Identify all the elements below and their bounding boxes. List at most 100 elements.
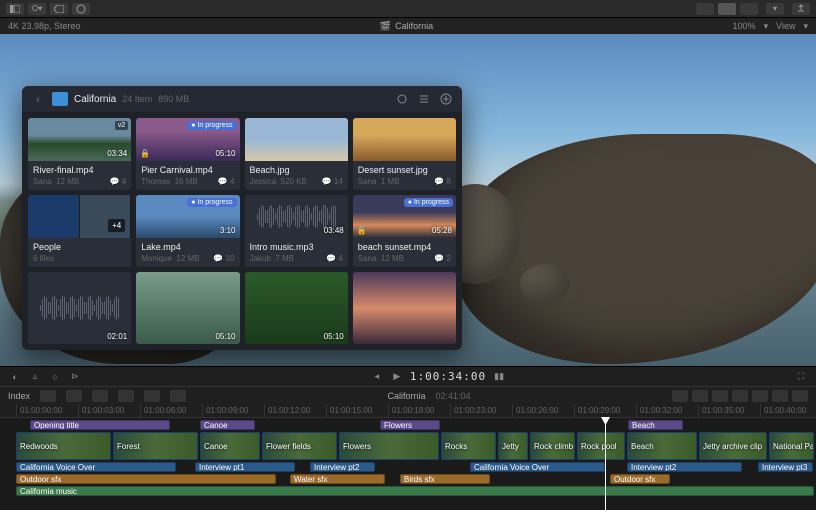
clip[interactable]: Water sfx bbox=[290, 474, 385, 484]
index-button[interactable]: Index bbox=[8, 391, 30, 401]
clip[interactable]: California Voice Over bbox=[16, 462, 176, 472]
clip[interactable]: Canoe bbox=[200, 420, 255, 430]
viewer[interactable]: ‹ California 24 Item 890 MB v203:34River… bbox=[0, 34, 816, 366]
audio-skim-button[interactable]: ▵ bbox=[28, 370, 42, 384]
clip[interactable]: Forest bbox=[113, 432, 198, 460]
media-card[interactable]: 05:10 bbox=[136, 272, 239, 344]
media-card[interactable]: 02:01 bbox=[28, 272, 131, 344]
zoom-chevron-icon[interactable]: ▾ bbox=[764, 21, 769, 32]
media-card[interactable] bbox=[353, 272, 456, 344]
clip[interactable]: Rocks bbox=[441, 432, 496, 460]
timeline[interactable]: 01:00:00:0001:00:03:0001:00:06:0001:00:0… bbox=[0, 404, 816, 510]
title-track[interactable]: Opening title Canoe Flowers Beach bbox=[0, 420, 816, 430]
folder-icon bbox=[52, 92, 68, 106]
sfx-track[interactable]: Outdoor sfx Water sfx Birds sfx Outdoor sfx bbox=[0, 474, 816, 484]
view-mode-b-button[interactable] bbox=[718, 3, 736, 15]
tl-tool-d[interactable] bbox=[118, 390, 134, 402]
clip[interactable]: California Voice Over bbox=[470, 462, 605, 472]
tl-opt-trim[interactable] bbox=[692, 390, 708, 402]
video-track[interactable]: RedwoodsForestCanoeFlower fieldsFlowersR… bbox=[0, 432, 816, 460]
clip[interactable]: Redwoods bbox=[16, 432, 111, 460]
clip[interactable]: Interview pt2 bbox=[310, 462, 375, 472]
tl-tool-b[interactable] bbox=[66, 390, 82, 402]
fullscreen-button[interactable]: ⛶ bbox=[794, 370, 808, 384]
view-menu[interactable]: View bbox=[776, 21, 795, 31]
view-chevron-icon[interactable]: ▾ bbox=[803, 21, 808, 32]
media-card[interactable]: 03:48Intro music.mp3Jakub 7 MB💬 4 bbox=[245, 195, 348, 267]
prev-frame-button[interactable]: ◂ bbox=[370, 370, 384, 384]
media-author: Sana 12 MB bbox=[33, 177, 79, 186]
ruler-tick: 01:00:03:00 bbox=[78, 404, 124, 417]
media-filename: Desert sunset.jpg bbox=[358, 165, 451, 175]
dialog-track[interactable]: California Voice Over Interview pt1 Interv… bbox=[0, 462, 816, 472]
media-browser-panel: ‹ California 24 Item 890 MB v203:34River… bbox=[22, 86, 462, 350]
library-toggle-button[interactable] bbox=[6, 3, 24, 15]
comment-count: 💬 14 bbox=[322, 177, 343, 186]
clip[interactable]: Jetty archive clip bbox=[699, 432, 767, 460]
clip[interactable]: Outdoor sfx bbox=[610, 474, 670, 484]
timeline-ruler[interactable]: 01:00:00:0001:00:03:0001:00:06:0001:00:0… bbox=[0, 404, 816, 418]
view-mode-c-button[interactable] bbox=[740, 3, 758, 15]
media-card[interactable]: ● In progress05:10🔒Pier Carnival.mp4Thom… bbox=[136, 118, 239, 190]
clip[interactable]: Interview pt3 bbox=[758, 462, 813, 472]
tl-tool-a[interactable] bbox=[40, 390, 56, 402]
keyword-button[interactable] bbox=[50, 3, 68, 15]
clip[interactable]: California music bbox=[16, 486, 814, 496]
clip[interactable]: Beach bbox=[628, 420, 683, 430]
zoom-level[interactable]: 100% bbox=[733, 21, 756, 31]
solo-button[interactable]: ○ bbox=[48, 370, 62, 384]
view-mode-a-button[interactable] bbox=[696, 3, 714, 15]
clip[interactable]: Birds sfx bbox=[400, 474, 490, 484]
music-track[interactable]: California music bbox=[0, 486, 816, 496]
media-card[interactable]: Beach.jpgJessica 520 KB💬 14 bbox=[245, 118, 348, 190]
clip[interactable]: Flowers bbox=[339, 432, 439, 460]
sync-button[interactable] bbox=[394, 91, 410, 107]
clip[interactable]: Beach bbox=[627, 432, 697, 460]
play-button[interactable]: ▶ bbox=[390, 370, 404, 384]
tl-tool-e[interactable] bbox=[144, 390, 160, 402]
share-button[interactable] bbox=[792, 3, 810, 15]
tl-opt-effects[interactable] bbox=[792, 390, 808, 402]
media-filename: Pier Carnival.mp4 bbox=[141, 165, 234, 175]
list-view-button[interactable] bbox=[416, 91, 432, 107]
clip[interactable]: Opening title bbox=[30, 420, 170, 430]
media-card[interactable]: ● In progress05:28🔒beach sunset.mp4Sana … bbox=[353, 195, 456, 267]
back-button[interactable]: ‹ bbox=[30, 91, 46, 107]
clip[interactable]: Rock climb bbox=[530, 432, 575, 460]
tl-tool-f[interactable] bbox=[170, 390, 186, 402]
clip[interactable]: Jetty bbox=[498, 432, 528, 460]
tl-tool-c[interactable] bbox=[92, 390, 108, 402]
clip[interactable]: Outdoor sfx bbox=[16, 474, 276, 484]
media-card[interactable]: v203:34River-final.mp4Sana 12 MB💬 4 bbox=[28, 118, 131, 190]
status-badge: ● In progress bbox=[187, 121, 236, 130]
clip[interactable]: Interview pt2 bbox=[627, 462, 742, 472]
add-button[interactable] bbox=[438, 91, 454, 107]
media-card[interactable]: +4People6 files bbox=[28, 195, 131, 267]
clip[interactable]: Flowers bbox=[380, 420, 440, 430]
tl-opt-select[interactable] bbox=[672, 390, 688, 402]
snap-button[interactable]: ⊳ bbox=[68, 370, 82, 384]
ruler-tick: 01:00:32:00 bbox=[636, 404, 682, 417]
media-card[interactable]: ● In progress3:10Lake.mp4Monique 12 MB💬 … bbox=[136, 195, 239, 267]
timecode-display[interactable]: 1:00:34:00 bbox=[410, 370, 486, 383]
media-card[interactable]: Desert sunset.jpgSana 1 MB💬 8 bbox=[353, 118, 456, 190]
import-button[interactable]: O▾ bbox=[28, 3, 46, 15]
clip[interactable]: Rock pool bbox=[577, 432, 625, 460]
skimming-button[interactable]: ◐ bbox=[8, 370, 22, 384]
tl-opt-index[interactable] bbox=[772, 390, 788, 402]
duration-label: 05:10 bbox=[215, 149, 235, 158]
clip[interactable]: National Park bbox=[769, 432, 814, 460]
timeline-tracks[interactable]: Opening titleCanoeFlowersBeach RedwoodsF… bbox=[0, 418, 816, 510]
bg-tasks-button[interactable] bbox=[72, 3, 90, 15]
tl-opt-lanes[interactable] bbox=[732, 390, 748, 402]
inspector-toggle-button[interactable]: ▾ bbox=[766, 3, 784, 15]
clip[interactable]: Interview pt1 bbox=[195, 462, 295, 472]
tl-opt-audio[interactable] bbox=[712, 390, 728, 402]
tl-opt-zoom[interactable] bbox=[752, 390, 768, 402]
playhead[interactable] bbox=[605, 418, 606, 510]
clip[interactable]: Canoe bbox=[200, 432, 260, 460]
media-card[interactable]: 05:10 bbox=[245, 272, 348, 344]
clip[interactable]: Flower fields bbox=[262, 432, 337, 460]
next-frame-button[interactable]: ▮▮ bbox=[492, 370, 506, 384]
comment-count: 💬 4 bbox=[218, 177, 235, 186]
